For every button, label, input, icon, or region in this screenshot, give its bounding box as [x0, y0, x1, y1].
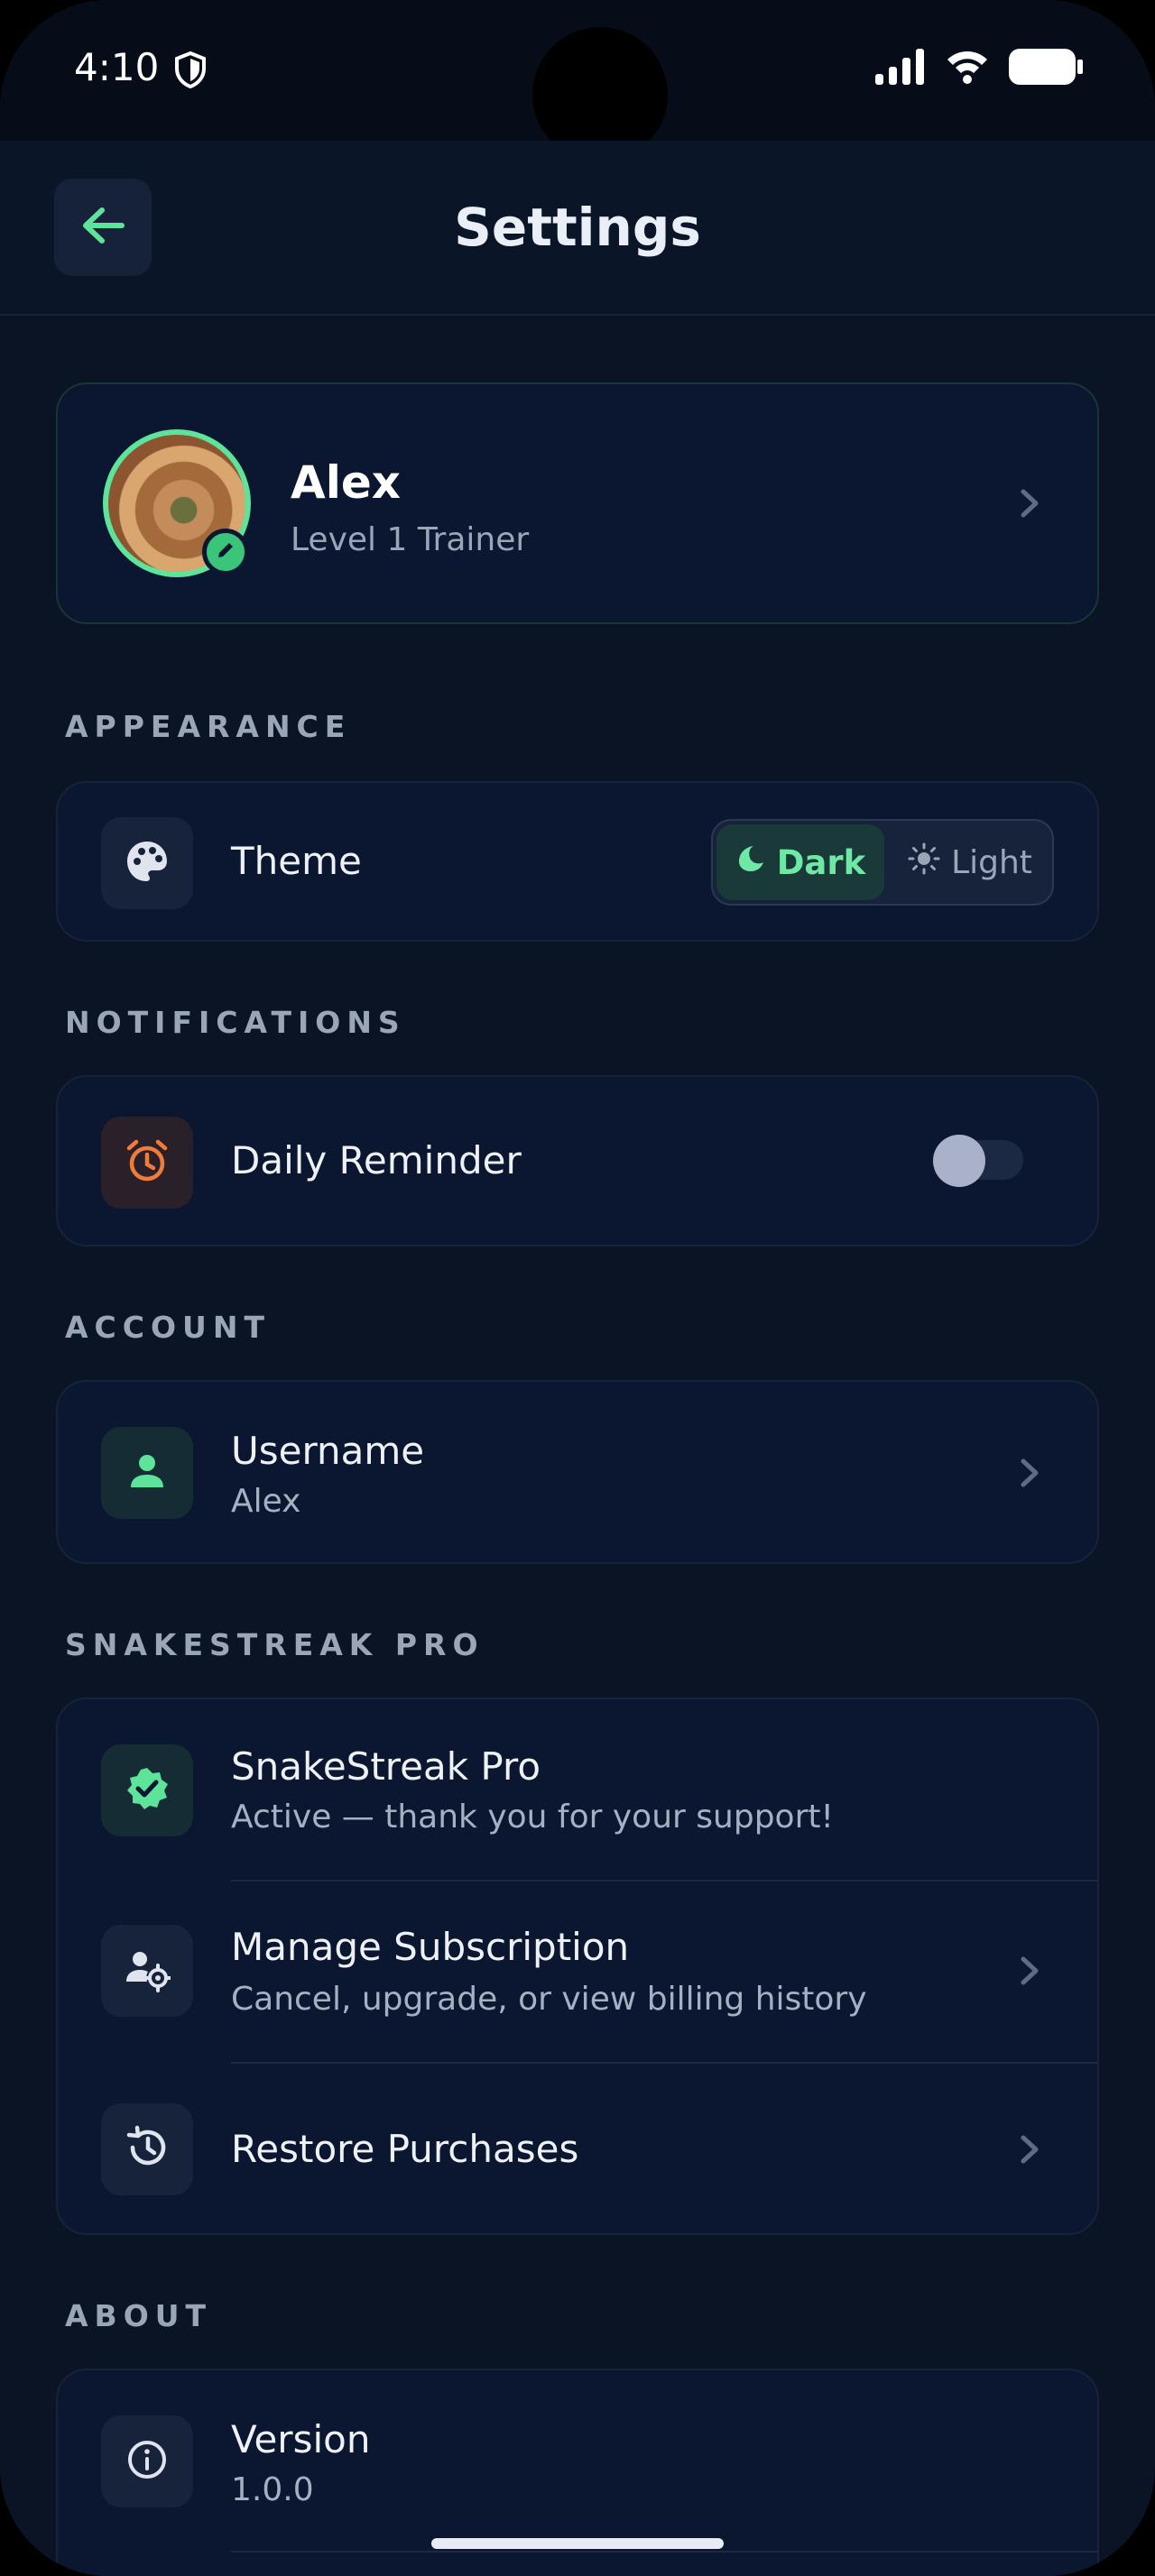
manage-subscription-title: Manage Subscription: [231, 1925, 630, 1969]
divider: [231, 2551, 1097, 2553]
username-value: Alex: [231, 1483, 301, 1520]
section-snakestreak-pro: SNAKESTREAK PRO: [65, 1627, 485, 1662]
chevron-right-icon: [1018, 1458, 1041, 1488]
verified-badge-icon: [124, 1765, 171, 1816]
pencil-icon: [216, 540, 236, 564]
daily-reminder-label: Daily Reminder: [231, 1138, 522, 1182]
theme-card: Theme Dark Light: [56, 781, 1099, 942]
settings-screen: 4:10 Settings Alex Level 1 Trainer APPEA…: [0, 0, 1155, 2576]
edit-avatar-button[interactable]: [202, 529, 249, 575]
restore-purchases-title: Restore Purchases: [231, 2127, 579, 2171]
alarm-clock-icon: [124, 1137, 171, 1188]
divider: [231, 1880, 1097, 1881]
theme-light-option[interactable]: Light: [892, 824, 1049, 900]
status-bar: 4:10: [0, 0, 1155, 162]
pro-card: SnakeStreak Pro Active — thank you for y…: [56, 1697, 1099, 2235]
theme-dark-option[interactable]: Dark: [716, 824, 884, 900]
profile-level: Level 1 Trainer: [291, 521, 530, 558]
section-account: ACCOUNT: [65, 1310, 271, 1345]
username-label: Username: [231, 1429, 425, 1473]
chevron-right-icon: [1018, 2134, 1041, 2165]
version-label: Version: [231, 2417, 371, 2461]
daily-reminder-toggle[interactable]: [933, 1135, 1023, 1187]
manage-icon-box: [101, 1925, 193, 2017]
profile-name: Alex: [291, 456, 401, 509]
battery-icon: [1009, 49, 1083, 88]
verified-icon-box: [101, 1744, 193, 1836]
user-gear-icon: [124, 1946, 172, 1996]
daily-reminder-card: Daily Reminder: [56, 1075, 1099, 1247]
palette-icon: [124, 838, 171, 888]
theme-segmented-control: Dark Light: [711, 819, 1054, 906]
manage-subscription-subtitle: Cancel, upgrade, or view billing history: [231, 1981, 867, 2018]
signal-icon: [875, 49, 926, 88]
wifi-icon: [946, 49, 989, 88]
reminder-icon-box: [101, 1117, 193, 1209]
theme-icon-box: [101, 817, 193, 909]
user-icon-box: [101, 1427, 193, 1519]
history-icon: [124, 2124, 171, 2175]
app-bar: Settings: [0, 141, 1155, 316]
restore-icon-box: [101, 2103, 193, 2195]
profile-card[interactable]: Alex Level 1 Trainer: [56, 382, 1099, 624]
section-about: ABOUT: [65, 2298, 213, 2333]
divider: [231, 2062, 1097, 2064]
theme-dark-label: Dark: [776, 842, 866, 882]
section-appearance: APPEARANCE: [65, 709, 352, 744]
toggle-knob: [933, 1135, 985, 1187]
status-time: 4:10: [74, 45, 160, 89]
sun-icon: [908, 842, 940, 883]
chevron-right-icon: [1018, 1955, 1041, 1986]
theme-light-label: Light: [951, 843, 1032, 881]
info-icon-box: [101, 2415, 193, 2507]
shield-icon: [173, 51, 208, 92]
moon-icon: [735, 843, 766, 882]
version-value: 1.0.0: [231, 2471, 314, 2508]
info-icon: [125, 2438, 169, 2485]
user-icon: [127, 1451, 167, 1495]
username-card[interactable]: Username Alex: [56, 1380, 1099, 1564]
home-indicator[interactable]: [431, 2538, 724, 2549]
page-title: Settings: [454, 197, 701, 258]
section-notifications: NOTIFICATIONS: [65, 1005, 406, 1040]
theme-label: Theme: [231, 839, 362, 883]
pro-status-subtitle: Active — thank you for your support!: [231, 1799, 834, 1835]
pro-status-title: SnakeStreak Pro: [231, 1744, 541, 1789]
chevron-right-icon: [1018, 488, 1041, 519]
